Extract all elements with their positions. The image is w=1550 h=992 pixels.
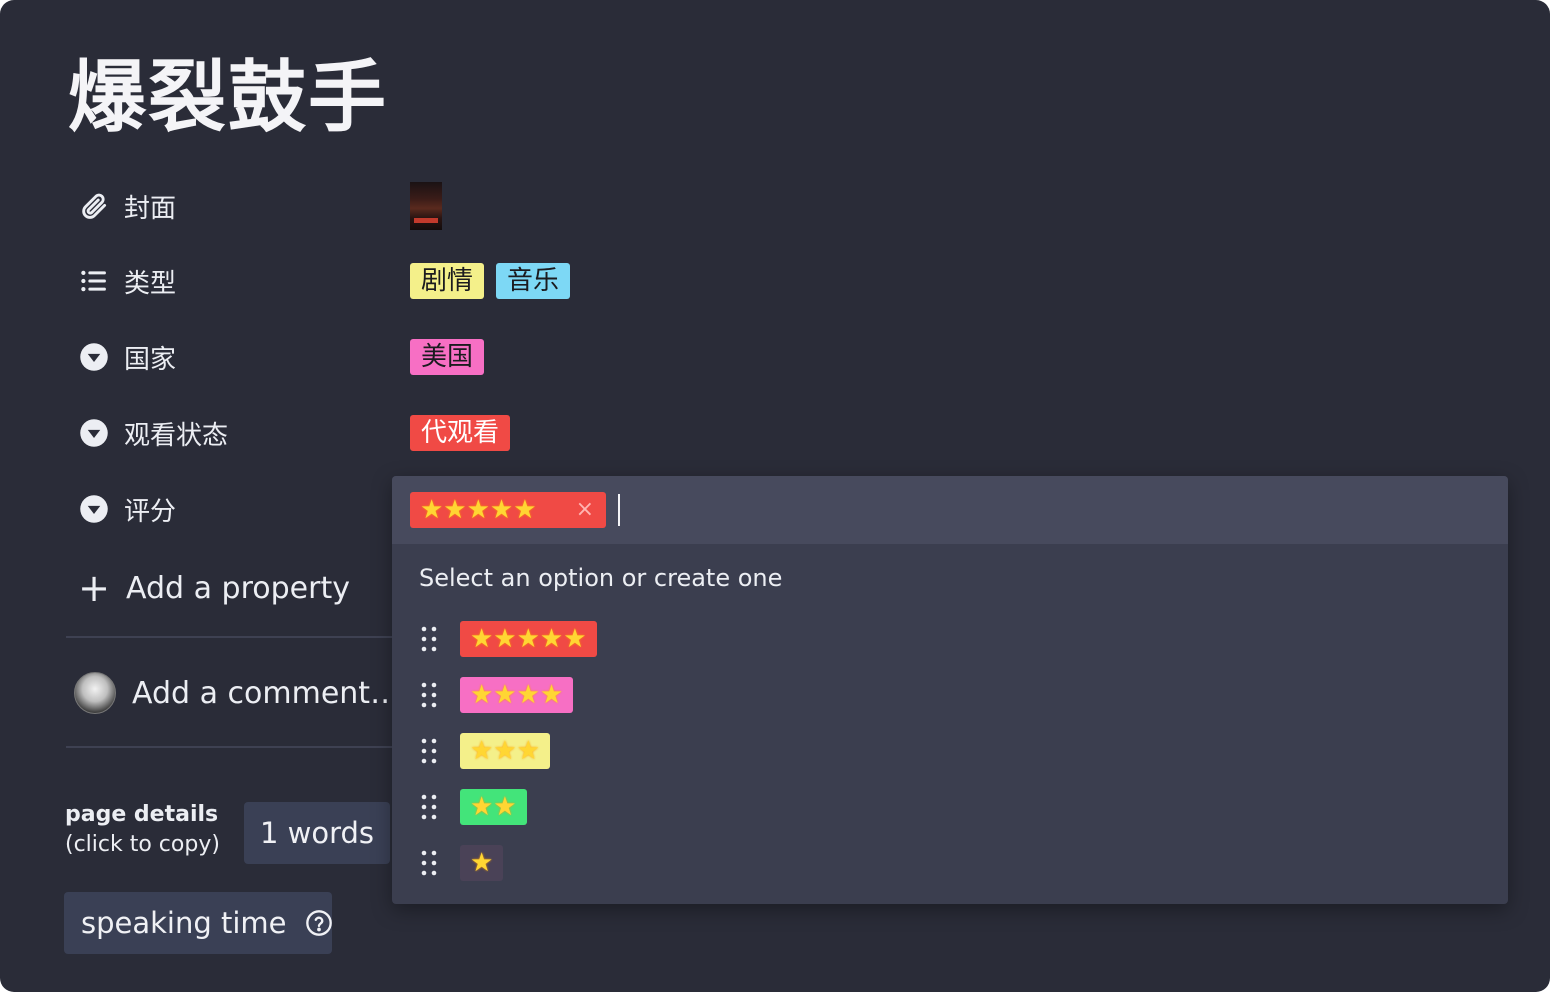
property-rating[interactable]: 评分 (78, 487, 176, 531)
remove-icon[interactable]: × (576, 492, 594, 528)
avatar (74, 672, 116, 714)
rating-select-dropdown[interactable]: ★★★★★ × Select an option or create one ★… (392, 476, 1508, 904)
select-chevron-icon (78, 341, 110, 373)
plus-icon: + (78, 566, 110, 610)
select-chevron-icon (78, 417, 110, 449)
paperclip-icon (78, 190, 110, 222)
rating-option-chip[interactable]: ★★★★ (460, 677, 574, 713)
selected-rating-chip[interactable]: ★★★★★ × (410, 492, 606, 528)
property-label: 类型 (124, 268, 177, 299)
rating-option[interactable]: ★★★ (418, 732, 550, 770)
rating-option[interactable]: ★★★★ (418, 676, 574, 714)
text-caret (618, 494, 620, 526)
page-details-title: page details (65, 802, 219, 827)
note-window: 爆裂鼓手 封面 类型 剧情 音乐 国家 美国 观看状态 代观看 评分 + Add… (0, 0, 1550, 992)
star-rating-icon: ★★★★ (470, 680, 564, 710)
speaking-time-label: speaking time (81, 906, 287, 940)
property-watch-status[interactable]: 观看状态 (78, 411, 228, 455)
star-rating-icon: ★★★★★ (470, 624, 587, 654)
drag-handle-icon[interactable] (418, 680, 440, 710)
genre-tag[interactable]: 音乐 (496, 263, 571, 299)
property-cover[interactable]: 封面 (78, 184, 176, 228)
word-count-button[interactable]: 1 words (244, 802, 390, 864)
list-icon (78, 265, 110, 297)
divider (66, 746, 396, 748)
rating-search-input[interactable]: ★★★★★ × (392, 476, 1508, 544)
property-genre[interactable]: 类型 (78, 259, 176, 303)
add-property-label: Add a property (126, 570, 350, 606)
property-value-country[interactable]: 美国 (410, 335, 485, 379)
property-country[interactable]: 国家 (78, 335, 176, 379)
property-label: 观看状态 (124, 420, 229, 451)
rating-option-chip[interactable]: ★★★★★ (460, 621, 597, 657)
genre-tag[interactable]: 剧情 (410, 263, 485, 299)
comment-input[interactable]: Add a comment… (74, 670, 400, 716)
drag-handle-icon[interactable] (418, 624, 440, 654)
drag-handle-icon[interactable] (418, 792, 440, 822)
star-rating-icon: ★ (470, 848, 494, 878)
page-title[interactable]: 爆裂鼓手 (68, 48, 388, 148)
property-label: 评分 (124, 496, 177, 527)
speaking-time-button[interactable]: speaking time (64, 892, 332, 954)
page-details[interactable]: page details (click to copy) (65, 800, 220, 860)
property-label: 国家 (124, 344, 177, 375)
rating-option[interactable]: ★★ (418, 788, 527, 826)
comment-placeholder: Add a comment… (132, 675, 401, 711)
add-property-button[interactable]: + Add a property (78, 566, 350, 610)
rating-option-chip[interactable]: ★★★ (460, 733, 550, 769)
rating-option-chip[interactable]: ★ (460, 845, 504, 881)
drag-handle-icon[interactable] (418, 848, 440, 878)
cover-thumbnail[interactable] (410, 182, 442, 230)
star-rating-icon: ★★★★★ (420, 495, 537, 525)
country-tag[interactable]: 美国 (410, 339, 485, 375)
select-chevron-icon (78, 493, 110, 525)
dropdown-hint: Select an option or create one (419, 564, 783, 592)
help-circle-icon[interactable] (305, 909, 333, 937)
property-value-watch-status[interactable]: 代观看 (410, 411, 511, 455)
property-value-genre[interactable]: 剧情 音乐 (410, 259, 571, 303)
rating-option[interactable]: ★★★★★ (418, 620, 597, 658)
star-rating-icon: ★★ (470, 792, 517, 822)
divider (66, 636, 396, 638)
word-count-label: 1 words (259, 816, 375, 850)
drag-handle-icon[interactable] (418, 736, 440, 766)
rating-option-chip[interactable]: ★★ (460, 789, 527, 825)
page-details-subtitle: (click to copy) (65, 832, 220, 857)
star-rating-icon: ★★★ (470, 736, 540, 766)
status-tag[interactable]: 代观看 (410, 415, 511, 451)
rating-option[interactable]: ★ (418, 844, 504, 882)
property-label: 封面 (124, 193, 177, 224)
property-value-cover[interactable] (410, 182, 442, 230)
